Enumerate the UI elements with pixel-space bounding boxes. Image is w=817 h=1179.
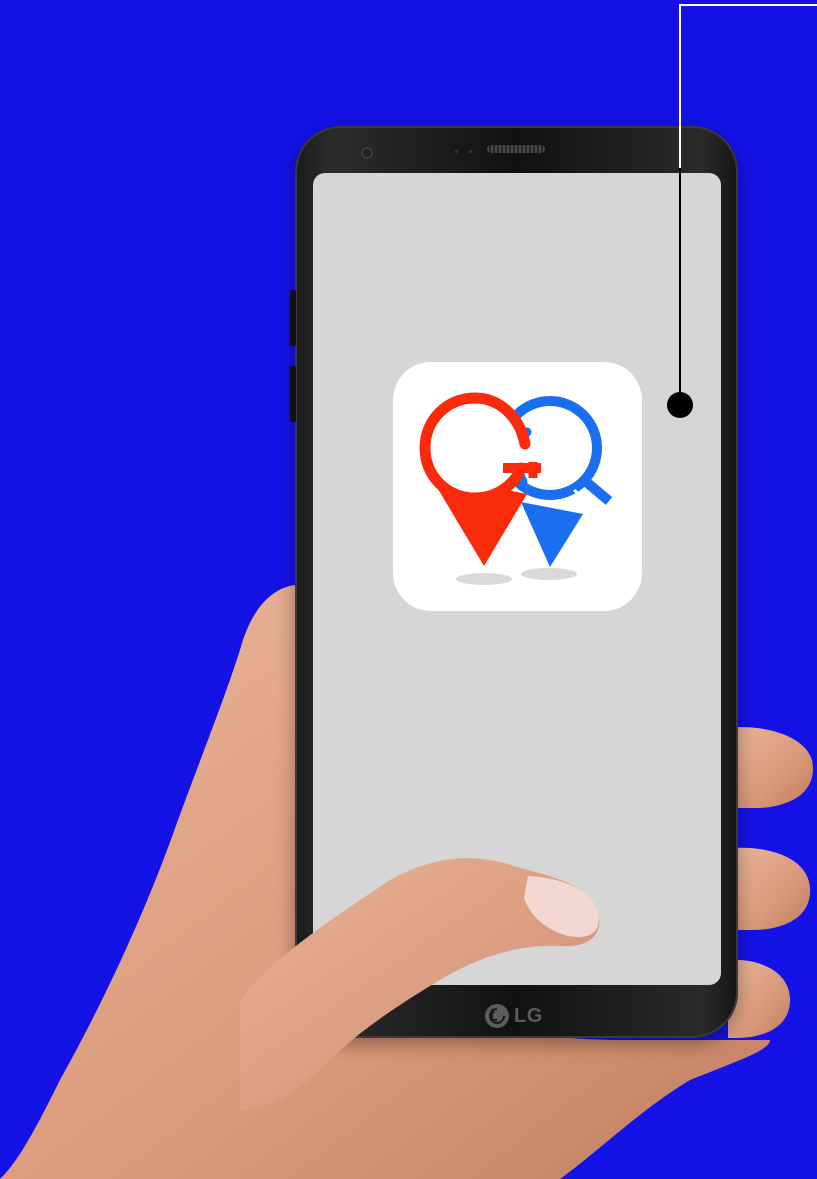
scene: LG [0,0,817,1179]
callout-dot [667,392,693,418]
callout-line-upper [679,4,681,168]
callout-line-lower [679,168,681,404]
callout-line-top [679,4,817,6]
hand-thumb [240,858,600,1110]
